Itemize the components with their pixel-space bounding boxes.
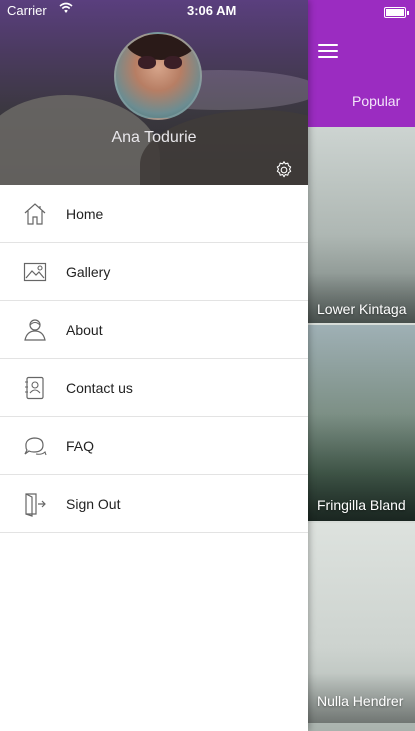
content-card[interactable]: Fringilla Bland bbox=[308, 325, 415, 521]
main-content: Popular Lower Kintaga Fringilla Bland Nu… bbox=[308, 0, 415, 731]
faq-icon bbox=[22, 433, 48, 459]
avatar[interactable] bbox=[114, 32, 202, 120]
settings-button[interactable] bbox=[274, 160, 296, 182]
drawer-header: Carrier 3:06 AM Ana Todurie bbox=[0, 0, 308, 185]
menu-item-about[interactable]: About bbox=[0, 301, 308, 359]
battery-icon bbox=[384, 7, 409, 18]
menu-item-label: Gallery bbox=[66, 264, 111, 280]
card-title: Nulla Hendrer bbox=[317, 693, 404, 709]
hamburger-menu-button[interactable] bbox=[318, 42, 340, 60]
status-bar: Carrier 3:06 AM bbox=[0, 0, 308, 20]
content-card[interactable]: Nulla Hendrer bbox=[308, 523, 415, 731]
app-header: Popular bbox=[308, 0, 415, 127]
menu-item-label: Home bbox=[66, 206, 104, 222]
menu-item-sign-out[interactable]: Sign Out bbox=[0, 475, 308, 533]
menu-item-gallery[interactable]: Gallery bbox=[0, 243, 308, 301]
home-icon bbox=[22, 201, 48, 227]
gear-icon bbox=[276, 161, 292, 178]
carrier-label: Carrier bbox=[7, 3, 47, 18]
wifi-icon bbox=[59, 2, 73, 14]
contact-icon bbox=[22, 375, 48, 401]
card-title: Lower Kintaga bbox=[317, 301, 407, 317]
content-card[interactable]: Lower Kintaga bbox=[308, 127, 415, 323]
menu-item-label: Contact us bbox=[66, 380, 133, 396]
clock: 3:06 AM bbox=[187, 3, 237, 18]
menu-item-label: Sign Out bbox=[66, 496, 121, 512]
menu-item-contact-us[interactable]: Contact us bbox=[0, 359, 308, 417]
drawer-menu: Home Gallery About Contact us FAQ Sign O… bbox=[0, 185, 308, 533]
card-overlay bbox=[308, 471, 415, 521]
about-icon bbox=[22, 317, 48, 343]
card-title: Fringilla Bland bbox=[317, 497, 406, 513]
gallery-icon bbox=[22, 259, 48, 285]
navigation-drawer: Carrier 3:06 AM Ana Todurie Home Gallery… bbox=[0, 0, 308, 731]
tab-popular[interactable]: Popular bbox=[352, 93, 400, 109]
menu-item-home[interactable]: Home bbox=[0, 185, 308, 243]
sign-out-icon bbox=[22, 491, 48, 517]
profile-name: Ana Todurie bbox=[111, 129, 197, 146]
menu-item-faq[interactable]: FAQ bbox=[0, 417, 308, 475]
menu-item-label: About bbox=[66, 322, 103, 338]
menu-item-label: FAQ bbox=[66, 438, 95, 454]
